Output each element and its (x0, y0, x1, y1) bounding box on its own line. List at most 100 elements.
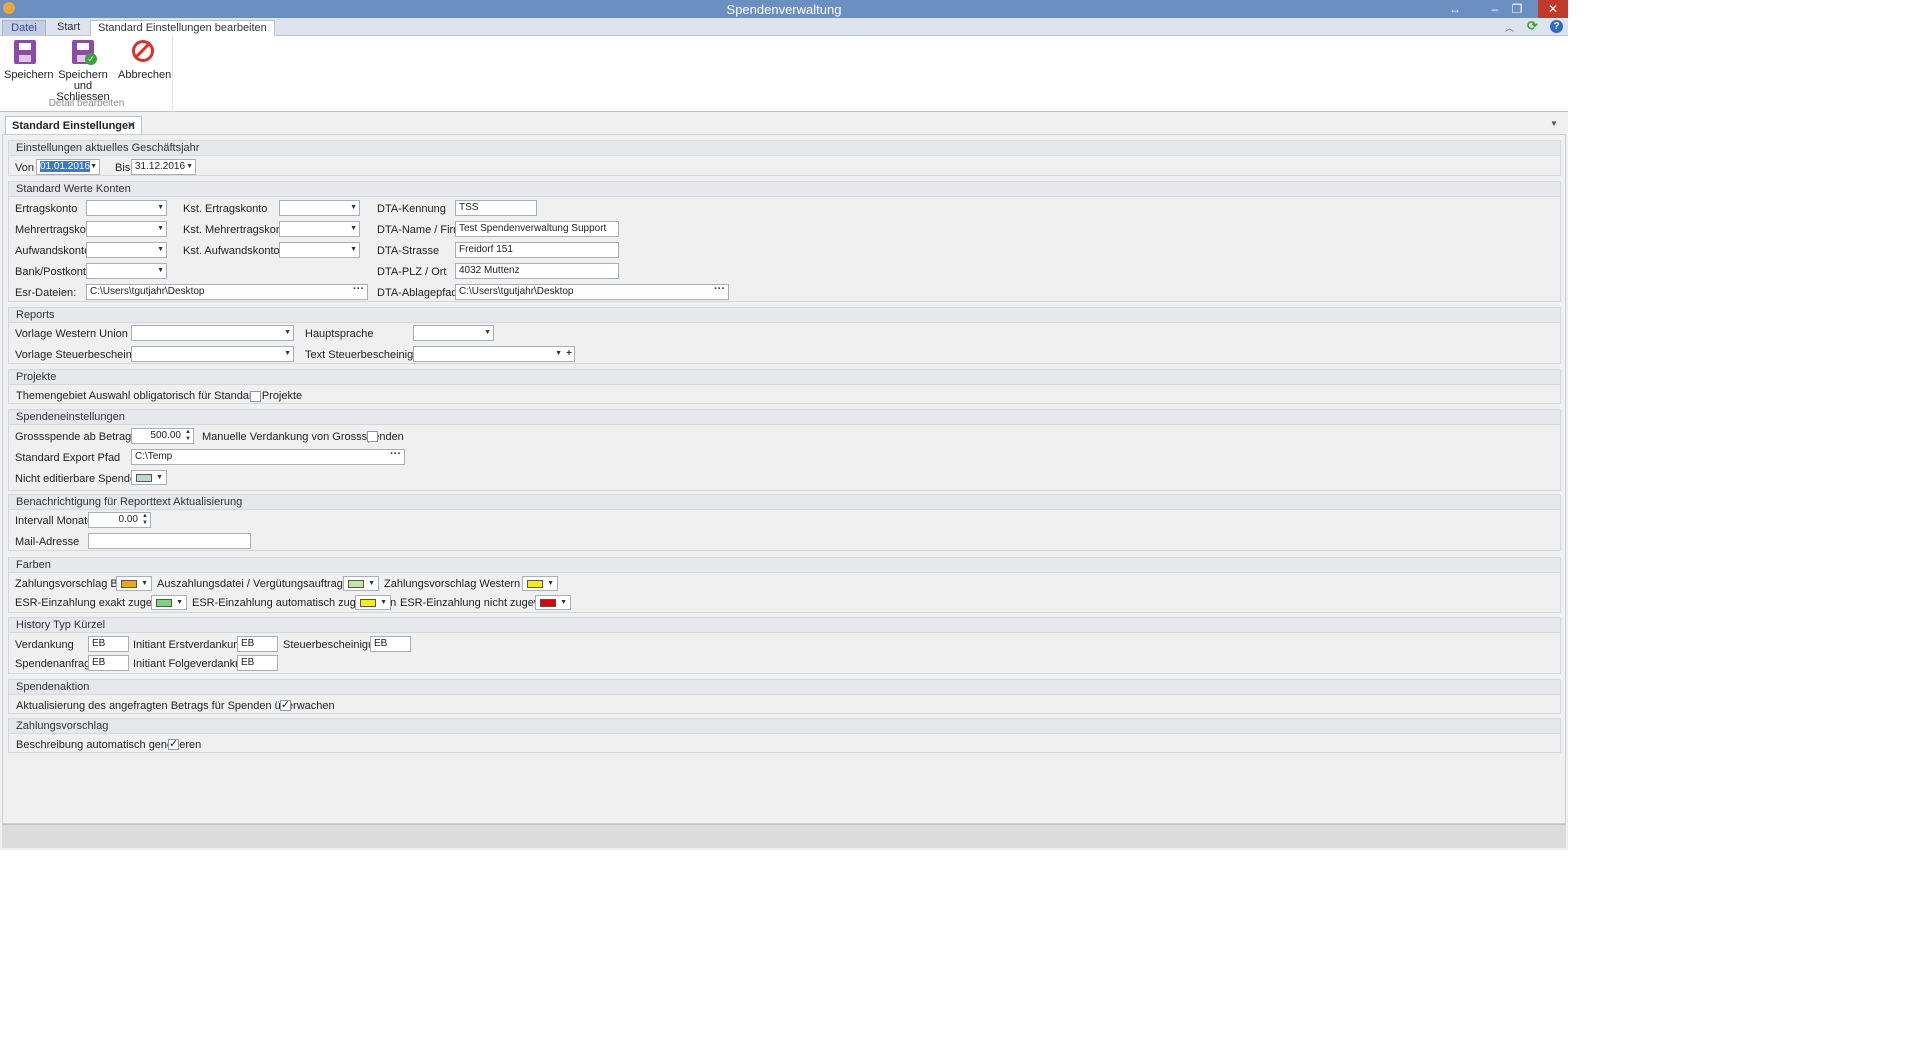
chevron-down-icon[interactable]: ▼ (284, 347, 291, 361)
chevron-down-icon[interactable]: ▼ (350, 243, 357, 257)
chevron-down-icon[interactable]: ▼ (555, 347, 562, 361)
status-bar (2, 824, 1566, 848)
chevron-down-icon[interactable]: ▼ (157, 264, 164, 278)
ribbon-group-label: Detail bearbeiten (48, 98, 125, 109)
chevron-down-icon[interactable]: ▼ (368, 577, 375, 591)
tab-dropdown-icon[interactable]: ▼ (1550, 119, 1558, 128)
nicht-editierbar-label: Nicht editierbare Spende (15, 473, 137, 485)
steuerbescheinigung-input[interactable]: EB (370, 636, 411, 652)
mail-input[interactable] (88, 533, 251, 549)
chevron-down-icon[interactable]: ▼ (186, 160, 193, 174)
spendenanfrage-label: Spendenanfrage (15, 658, 97, 670)
chevron-down-icon[interactable]: ▼ (350, 222, 357, 236)
save-button[interactable]: Speichern (4, 38, 54, 81)
chevron-down-icon[interactable]: ▼ (157, 222, 164, 236)
chevron-down-icon[interactable]: ▼ (90, 160, 97, 174)
browse-icon[interactable]: ··· (714, 285, 725, 296)
spinner-icon[interactable]: ▲ ▼ (141, 513, 149, 527)
zv-wu-color-picker[interactable]: ▼ (522, 576, 558, 591)
help-icon[interactable]: ? (1550, 20, 1563, 33)
collapse-ribbon-icon[interactable]: ︿ (1505, 21, 1515, 33)
spendenanfrage-input[interactable]: EB (88, 655, 129, 671)
color-swatch (156, 599, 172, 607)
kst-ertragskonto-select[interactable]: ▼ (279, 200, 360, 216)
initiant-erst-input[interactable]: EB (237, 636, 278, 652)
verdankung-input[interactable]: EB (88, 636, 129, 652)
chevron-down-icon[interactable]: ▼ (176, 596, 183, 610)
document-tab[interactable]: Standard Einstellungen ✕ (5, 116, 142, 135)
von-date-input[interactable]: 01.01.2016 ▼ (36, 159, 100, 175)
tab-datei[interactable]: Datei (2, 20, 46, 36)
group-spendeneinstellungen: Spendeneinstellungen Grossspende ab Betr… (8, 409, 1561, 491)
color-swatch (348, 580, 364, 588)
dta-name-input[interactable]: Test Spendenverwaltung Support (455, 221, 619, 237)
dta-plz-input[interactable]: 4032 Muttenz (455, 263, 619, 279)
chevron-down-icon[interactable]: ▼ (560, 596, 567, 610)
chevron-down-icon[interactable]: ▼ (350, 201, 357, 215)
bis-label: Bis (115, 162, 131, 174)
hauptsprache-label: Hauptsprache (305, 328, 374, 340)
chevron-down-icon[interactable]: ▼ (484, 326, 491, 340)
western-union-select[interactable]: ▼ (131, 325, 294, 341)
close-tab-icon[interactable]: ✕ (127, 117, 136, 135)
ertragskonto-select[interactable]: ▼ (86, 200, 167, 216)
esr-nicht-color-picker[interactable]: ▼ (535, 595, 571, 610)
bis-date-value: 31.12.2016 (135, 161, 186, 172)
export-pfad-input[interactable]: C:\Temp ··· (131, 449, 405, 465)
kst-aufwandskonto-select[interactable]: ▼ (279, 242, 360, 258)
kst-ertragskonto-label: Kst. Ertragskonto (183, 203, 268, 215)
save-close-button[interactable]: ✓ Speichern und Schliessen (52, 38, 114, 103)
manuelle-verdankung-checkbox[interactable] (367, 431, 378, 442)
esr-auto-color-picker[interactable]: ▼ (355, 595, 391, 610)
group-geschaeftsjahr: Einstellungen aktuelles Geschäftsjahr Vo… (8, 140, 1561, 176)
themengebiet-checkbox[interactable] (250, 391, 261, 402)
chevron-down-icon[interactable]: ▼ (284, 326, 291, 340)
auszahlung-color-picker[interactable]: ▼ (343, 576, 379, 591)
von-label: Von (15, 162, 34, 174)
text-steuer-select[interactable]: ▼ + (413, 346, 575, 362)
chevron-down-icon[interactable]: ▼ (156, 471, 163, 485)
browse-icon[interactable]: ··· (390, 450, 401, 461)
chevron-down-icon[interactable]: ▼ (157, 201, 164, 215)
save-close-icon: ✓ (69, 38, 97, 66)
kst-mehrertragskonto-select[interactable]: ▼ (279, 221, 360, 237)
browse-icon[interactable]: ··· (353, 285, 364, 296)
refresh-icon[interactable]: ⟳ (1527, 19, 1541, 33)
dta-ablagepfad-value: C:\Users\tgutjahr\Desktop (459, 286, 574, 297)
grossspende-input[interactable]: 500.00 ▲ ▼ (131, 428, 194, 444)
nicht-editierbar-color-picker[interactable]: ▼ (131, 470, 167, 485)
bis-date-input[interactable]: 31.12.2016 ▼ (131, 159, 196, 175)
dta-ablagepfad-input[interactable]: C:\Users\tgutjahr\Desktop ··· (455, 284, 729, 300)
add-icon[interactable]: + (566, 347, 572, 361)
beschreibung-checkbox[interactable]: ✓ (168, 739, 179, 750)
tab-standard-einstellungen[interactable]: Standard Einstellungen bearbeiten (90, 20, 275, 36)
group-projekte: Projekte Themengebiet Auswahl obligatori… (8, 369, 1561, 404)
ertragskonto-label: Ertragskonto (15, 203, 78, 215)
maximize-button[interactable]: ❐ (1506, 0, 1528, 18)
mehrertragskonto-select[interactable]: ▼ (86, 221, 167, 237)
esr-dateien-input[interactable]: C:\Users\tgutjahr\Desktop ··· (86, 284, 368, 300)
chevron-down-icon[interactable]: ▼ (157, 243, 164, 257)
resize-icon[interactable]: ↔ (1444, 0, 1466, 18)
intervall-input[interactable]: 0.00 ▲ ▼ (88, 512, 151, 528)
bankpostkonto-select[interactable]: ▼ (86, 263, 167, 279)
aktualisierung-checkbox[interactable]: ✓ (280, 700, 291, 711)
dta-kennung-input[interactable]: TSS (455, 200, 537, 216)
bankpostkonto-label: Bank/Postkonto (15, 266, 93, 278)
steuer-vorlage-select[interactable]: ▼ (131, 346, 294, 362)
cancel-button[interactable]: Abbrechen (118, 38, 171, 81)
close-button[interactable]: ✕ (1538, 0, 1568, 18)
spinner-icon[interactable]: ▲ ▼ (184, 429, 192, 443)
ribbon: Speichern ✓ Speichern und Schliessen Abb… (0, 36, 1568, 112)
esr-exakt-color-picker[interactable]: ▼ (151, 595, 187, 610)
chevron-down-icon[interactable]: ▼ (141, 577, 148, 591)
tab-start[interactable]: Start (50, 20, 87, 36)
hauptsprache-select[interactable]: ▼ (413, 325, 494, 341)
zv-bar-color-picker[interactable]: ▼ (116, 576, 152, 591)
aufwandskonto-select[interactable]: ▼ (86, 242, 167, 258)
chevron-down-icon[interactable]: ▼ (547, 577, 554, 591)
dta-strasse-input[interactable]: Freidorf 151 (455, 242, 619, 258)
minimize-button[interactable]: – (1484, 0, 1506, 18)
initiant-folge-input[interactable]: EB (237, 655, 278, 671)
chevron-down-icon[interactable]: ▼ (380, 596, 387, 610)
